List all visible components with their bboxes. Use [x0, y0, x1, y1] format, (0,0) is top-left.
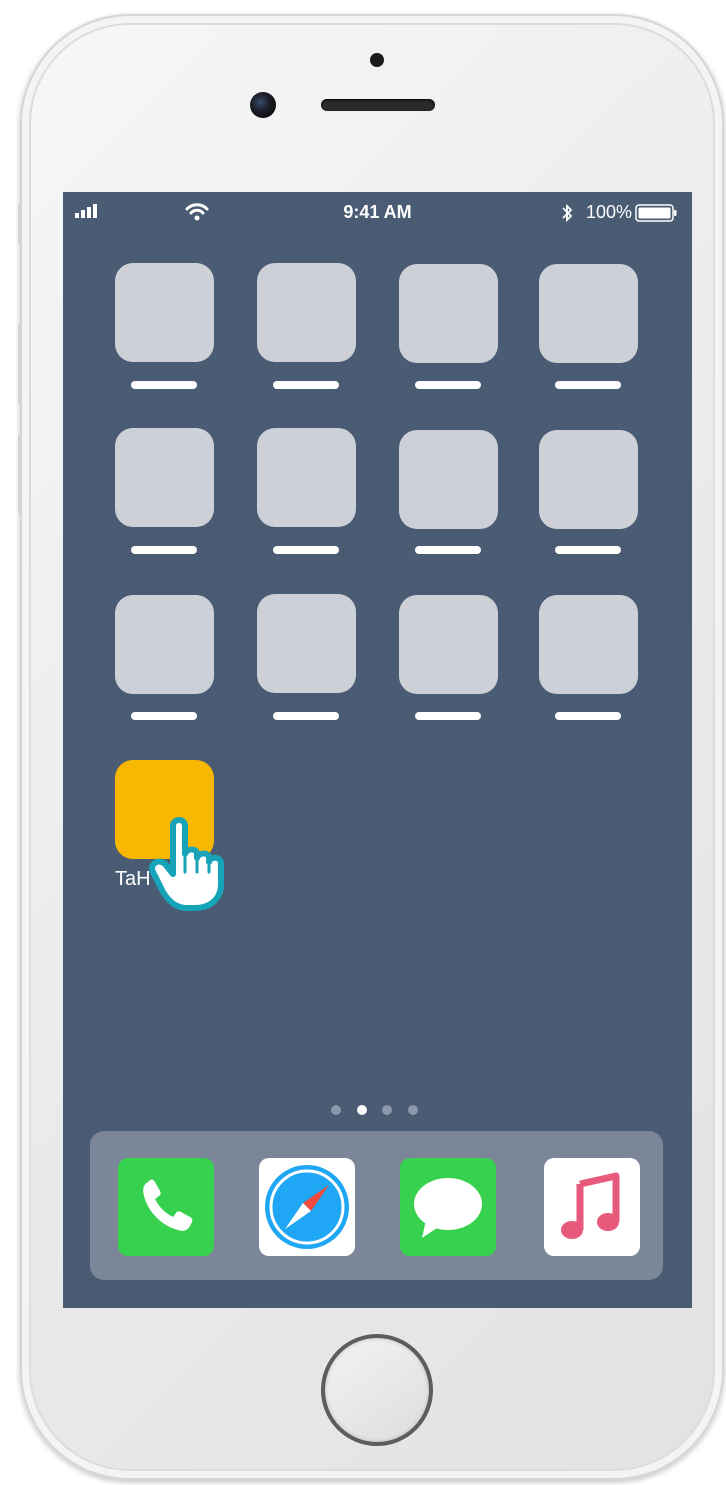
- page-dot-active: [357, 1105, 367, 1115]
- dock: [90, 1131, 663, 1280]
- app-label-placeholder: [555, 546, 621, 554]
- front-camera: [250, 92, 276, 118]
- music-icon: [561, 1172, 620, 1239]
- page-dot: [382, 1105, 392, 1115]
- battery-percent: 100%: [585, 202, 632, 222]
- volume-down-button: [18, 434, 22, 514]
- safari-app-icon[interactable]: [259, 1158, 355, 1256]
- app-icon-placeholder[interactable]: [257, 428, 356, 527]
- app-icon-placeholder[interactable]: [257, 263, 356, 362]
- app-icon-placeholder[interactable]: [399, 430, 498, 529]
- app-label-placeholder: [555, 712, 621, 720]
- app-icon-placeholder[interactable]: [115, 428, 214, 527]
- proximity-sensor: [370, 53, 384, 67]
- phone-app-icon[interactable]: [118, 1158, 214, 1256]
- app-icon-placeholder[interactable]: [539, 264, 638, 363]
- page-indicator[interactable]: [331, 1103, 427, 1117]
- app-label-placeholder: [415, 381, 481, 389]
- app-label-placeholder: [555, 381, 621, 389]
- battery-icon: [635, 204, 677, 222]
- music-app-icon[interactable]: [544, 1158, 640, 1256]
- app-icon-placeholder[interactable]: [399, 264, 498, 363]
- app-label-placeholder: [273, 546, 339, 554]
- home-button[interactable]: [321, 1334, 433, 1446]
- tap-hand-icon: [149, 817, 224, 911]
- app-icon-placeholder[interactable]: [399, 595, 498, 694]
- volume-up-button: [18, 324, 22, 404]
- page-dot: [408, 1105, 418, 1115]
- messages-app-icon[interactable]: [400, 1158, 496, 1256]
- phone-icon: [143, 1179, 193, 1231]
- earpiece-speaker: [321, 99, 435, 111]
- bluetooth-icon: [562, 203, 573, 223]
- app-icon-placeholder[interactable]: [539, 430, 638, 529]
- app-label-placeholder: [131, 381, 197, 389]
- page-dot: [331, 1105, 341, 1115]
- app-label-placeholder: [131, 712, 197, 720]
- app-label-placeholder: [415, 546, 481, 554]
- app-icon-placeholder[interactable]: [539, 595, 638, 694]
- status-bar: 9:41 AM 100%: [63, 192, 692, 234]
- app-icon-placeholder[interactable]: [115, 595, 214, 694]
- app-icon-placeholder[interactable]: [115, 263, 214, 362]
- app-label-placeholder: [415, 712, 481, 720]
- home-screen: 9:41 AM 100% TaH: [63, 192, 692, 1308]
- tah-app-label: TaH: [115, 868, 151, 890]
- app-label-placeholder: [273, 712, 339, 720]
- safari-icon: [265, 1165, 349, 1249]
- messages-icon: [414, 1178, 482, 1238]
- app-icon-placeholder[interactable]: [257, 594, 356, 693]
- mute-switch: [18, 204, 22, 244]
- app-label-placeholder: [131, 546, 197, 554]
- app-label-placeholder: [273, 381, 339, 389]
